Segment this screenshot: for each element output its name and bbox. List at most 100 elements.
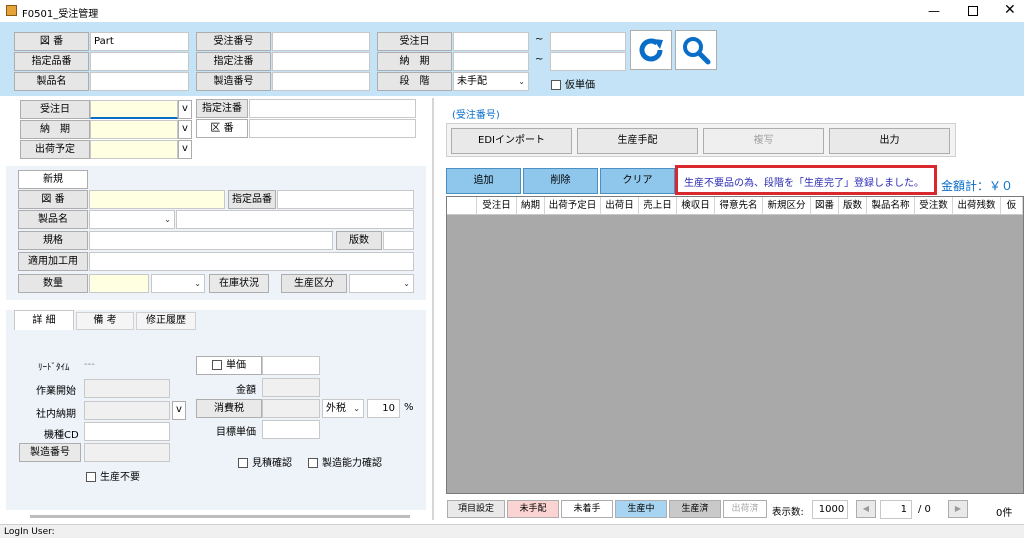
noki-from-input[interactable] xyxy=(453,52,529,71)
hyoji-input[interactable]: 1000 xyxy=(812,500,848,519)
search-button[interactable] xyxy=(675,30,717,70)
shohizei-button[interactable]: 消費税 xyxy=(196,399,262,418)
chevron-down-icon: ⌄ xyxy=(353,404,360,413)
noki-to-input[interactable] xyxy=(550,52,626,71)
refresh-button[interactable] xyxy=(630,30,672,70)
clear-button[interactable]: クリア xyxy=(600,168,675,194)
minimize-icon[interactable]: — xyxy=(928,4,940,18)
suryo-input[interactable] xyxy=(89,274,149,293)
shutsuryoku-button[interactable]: 出力 xyxy=(829,128,950,154)
seihinmei-input[interactable] xyxy=(90,72,189,91)
seisan-fuyo-checkbox[interactable]: 生産不要 xyxy=(86,468,140,483)
left-scrollbar[interactable] xyxy=(30,515,410,518)
next-page-button[interactable]: ▶ xyxy=(948,500,968,518)
left-shitei-hinban-input[interactable] xyxy=(277,190,414,209)
zuban-input[interactable]: Part xyxy=(90,32,189,51)
kingaku-input[interactable] xyxy=(262,378,320,397)
col-zuban[interactable]: 図番 xyxy=(811,197,839,215)
status-seisanzumi[interactable]: 生産済 xyxy=(669,500,721,518)
maximize-icon[interactable] xyxy=(968,6,978,16)
shohizei-input[interactable] xyxy=(262,399,320,418)
col-kari[interactable]: 仮 xyxy=(1001,197,1023,215)
checkbox-icon xyxy=(86,472,96,482)
kikaku-input[interactable] xyxy=(89,231,333,250)
left-noki-v[interactable]: v xyxy=(178,120,192,139)
col-uriagebi[interactable]: 売上日 xyxy=(639,197,677,215)
left-juchubi-label: 受注日 xyxy=(20,100,90,119)
zeikubun-select[interactable]: 外税 ⌄ xyxy=(322,399,364,418)
shitei-hinban-input[interactable] xyxy=(90,52,189,71)
seizo-bango-input[interactable] xyxy=(272,72,370,91)
tanka-input[interactable] xyxy=(262,356,320,375)
col-kenshubi[interactable]: 検収日 xyxy=(677,197,715,215)
tab-shosai[interactable]: 詳 細 xyxy=(14,310,74,331)
seisan-tehai-button[interactable]: 生産手配 xyxy=(577,128,698,154)
col-shukkabi[interactable]: 出荷日 xyxy=(601,197,639,215)
shukka-yotei-v[interactable]: v xyxy=(178,140,192,159)
splitter[interactable] xyxy=(432,98,434,520)
close-icon[interactable]: ✕ xyxy=(1004,2,1016,18)
tsuika-button[interactable]: 追加 xyxy=(446,168,521,194)
left-seihinmei-select[interactable]: ⌄ xyxy=(89,210,175,229)
sagyo-kaishi-input[interactable] xyxy=(84,379,170,398)
seizo-bango-button[interactable]: 製造番号 xyxy=(19,443,81,462)
left-shitei-chuban-input[interactable] xyxy=(249,99,416,118)
hansu-input[interactable] xyxy=(383,231,414,250)
tab-biko[interactable]: 備 考 xyxy=(76,312,134,330)
kishu-cd-input[interactable] xyxy=(84,422,170,441)
left-juchubi-v[interactable]: v xyxy=(178,100,192,119)
zaiko-button[interactable]: 在庫状況 xyxy=(209,274,269,293)
status-shukkazumi[interactable]: 出荷済 xyxy=(723,500,767,518)
data-grid[interactable] xyxy=(446,196,1024,494)
shukka-yotei-input[interactable] xyxy=(90,140,178,159)
col-noki[interactable]: 納期 xyxy=(517,197,545,215)
seizo-bango-field[interactable] xyxy=(84,443,170,462)
col-shukka-yoteibi[interactable]: 出荷予定日 xyxy=(545,197,601,215)
kuban-input[interactable] xyxy=(249,119,416,138)
edi-import-button[interactable]: EDIインポート xyxy=(451,128,572,154)
message-text: 生産不要品の為、段階を「生産完了」登録しました。 xyxy=(684,178,924,189)
mokuhyo-tanka-input[interactable] xyxy=(262,420,320,439)
koumoku-settei-button[interactable]: 項目設定 xyxy=(447,500,505,518)
shitei-chuban-input[interactable] xyxy=(272,52,370,71)
col-shinki-kubun[interactable]: 新規区分 xyxy=(763,197,811,215)
fukusha-button[interactable]: 複写 xyxy=(703,128,824,154)
tanka-checkbox-button[interactable]: 単価 xyxy=(196,356,262,375)
juchubi-to-input[interactable] xyxy=(550,32,626,51)
status-seisanchu[interactable]: 生産中 xyxy=(615,500,667,518)
mitsumori-checkbox[interactable]: 見積確認 xyxy=(238,454,292,469)
col-juchusu[interactable]: 受注数 xyxy=(915,197,953,215)
tekiyo-input[interactable] xyxy=(89,252,414,271)
shanai-noki-input[interactable] xyxy=(84,401,170,420)
message-box: 生産不要品の為、段階を「生産完了」登録しました。 xyxy=(675,165,937,195)
status-michakushu[interactable]: 未着手 xyxy=(561,500,613,518)
status-mitehai[interactable]: 未手配 xyxy=(507,500,559,518)
col-hansu[interactable]: 版数 xyxy=(839,197,867,215)
sakujo-button[interactable]: 削除 xyxy=(523,168,598,194)
triangle-left-icon: ◀ xyxy=(862,504,870,513)
suryo-label: 数量 xyxy=(18,274,88,293)
col-tokuisakimei[interactable]: 得意先名 xyxy=(715,197,763,215)
left-juchubi-input[interactable] xyxy=(90,100,178,119)
col-shukka-zansu[interactable]: 出荷残数 xyxy=(953,197,1001,215)
page-input[interactable]: 1 xyxy=(880,500,912,519)
col-seihin-meisho[interactable]: 製品名称 xyxy=(867,197,915,215)
dankai-select[interactable]: 未手配 ⌄ xyxy=(453,72,529,91)
juchu-bango-input[interactable] xyxy=(272,32,370,51)
left-zuban-input[interactable] xyxy=(89,190,225,209)
karitanka-checkbox[interactable]: 仮単価 xyxy=(551,76,595,91)
suryo-unit-select[interactable]: ⌄ xyxy=(151,274,205,293)
tab-shusei-rireki[interactable]: 修正履歴 xyxy=(136,312,196,330)
prev-page-button[interactable]: ◀ xyxy=(856,500,876,518)
left-noki-input[interactable] xyxy=(90,120,178,139)
hansu-label: 版数 xyxy=(336,231,382,250)
zeikubun-value: 外税 xyxy=(326,403,346,414)
juchubi-from-input[interactable] xyxy=(453,32,529,51)
seizo-noryoku-checkbox[interactable]: 製造能力確認 xyxy=(308,454,382,469)
left-seihinmei-input[interactable] xyxy=(176,210,414,229)
zeiritsu-input[interactable]: 10 xyxy=(367,399,400,418)
col-juchubi[interactable]: 受注日 xyxy=(477,197,517,215)
checkbox-icon xyxy=(212,360,222,370)
seisan-kubun-select[interactable]: ⌄ xyxy=(349,274,414,293)
shanai-noki-v[interactable]: v xyxy=(172,401,186,420)
